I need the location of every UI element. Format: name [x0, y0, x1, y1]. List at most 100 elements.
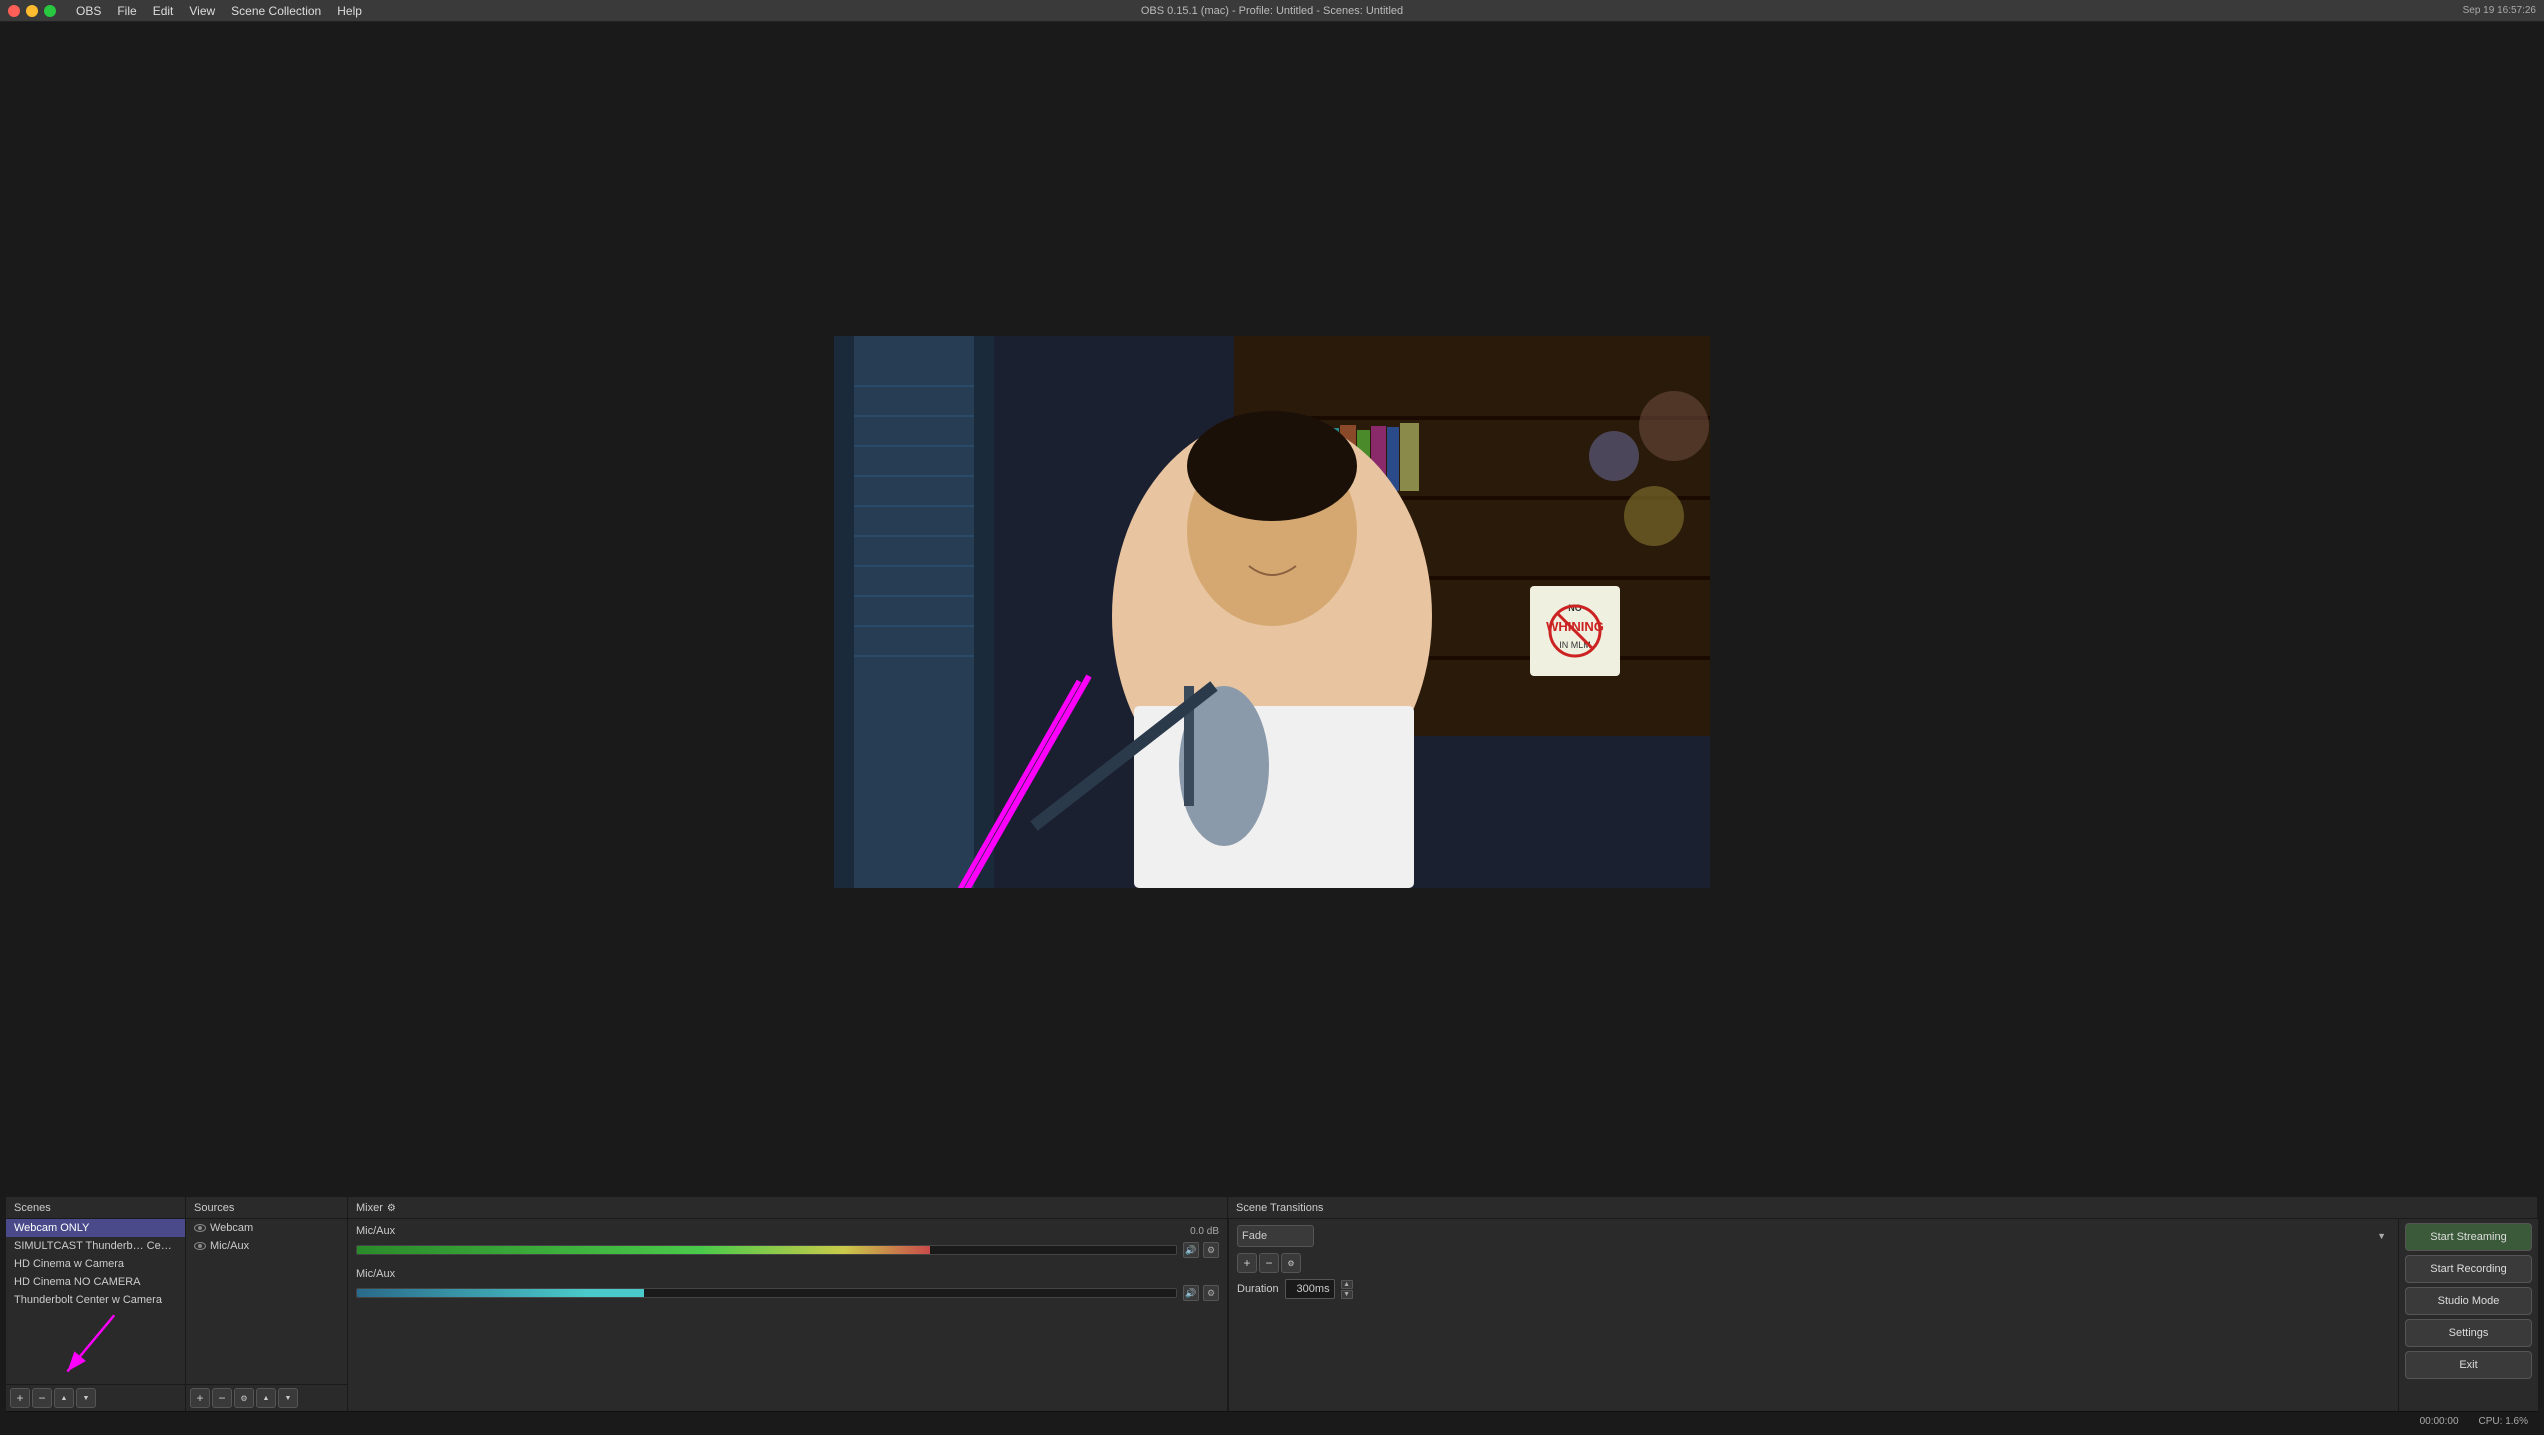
duration-label: Duration — [1237, 1283, 1279, 1295]
exit-button[interactable]: Exit — [2405, 1351, 2532, 1379]
mixer-channel-1: Mic/Aux 0.0 dB 🔊 ⚙ — [348, 1219, 1227, 1262]
menu-view[interactable]: View — [189, 4, 215, 18]
mixer-label: Mixer — [356, 1202, 383, 1214]
transition-settings-button[interactable]: ⚙ — [1281, 1253, 1301, 1273]
right-area: Fade Cut Swipe Slide Fade to Color ▼ + — [1228, 1219, 2538, 1411]
maximize-button[interactable] — [44, 5, 56, 17]
panel-content: Webcam ONLY SIMULTCAST Thunderb… Center … — [6, 1219, 2538, 1411]
menu-scene-collection[interactable]: Scene Collection — [231, 4, 321, 18]
title-bar: OBS File Edit View Scene Collection Help… — [0, 0, 2544, 22]
settings-button[interactable]: Settings — [2405, 1319, 2532, 1347]
source-item-micaux[interactable]: Mic/Aux — [186, 1237, 347, 1255]
mixer-ch2-bar-container — [356, 1288, 1177, 1298]
add-source-button[interactable]: + — [190, 1388, 210, 1408]
transition-select-wrapper: Fade Cut Swipe Slide Fade to Color ▼ — [1237, 1225, 2390, 1247]
mixer-ch1-bar — [357, 1246, 930, 1254]
menu-help[interactable]: Help — [337, 4, 362, 18]
add-transition-icon: + — [1243, 1256, 1250, 1270]
transitions-header: Scene Transitions — [1228, 1197, 2538, 1218]
panel-headers: Scenes Sources Mixer Scene Transitions — [6, 1197, 2538, 1219]
minimize-button[interactable] — [26, 5, 38, 17]
transition-type-row: Fade Cut Swipe Slide Fade to Color ▼ — [1237, 1225, 2390, 1247]
mixer-panel: Mic/Aux 0.0 dB 🔊 ⚙ — [348, 1219, 1228, 1411]
menu-obs[interactable]: OBS — [76, 4, 101, 18]
sources-panel: Webcam Mic/Aux + − ⚙ — [186, 1219, 348, 1411]
mixer-ch2-mute-button[interactable]: 🔊 — [1183, 1285, 1199, 1301]
mixer-ch2-settings-button[interactable]: ⚙ — [1203, 1285, 1219, 1301]
add-transition-button[interactable]: + — [1237, 1253, 1257, 1273]
mixer-ch2-bar — [357, 1289, 644, 1297]
add-scene-button[interactable]: + — [10, 1388, 30, 1408]
remove-transition-button[interactable]: − — [1259, 1253, 1279, 1273]
source-settings-button[interactable]: ⚙ — [234, 1388, 254, 1408]
mixer-header: Mixer — [348, 1197, 1228, 1218]
mixer-ch2-cog-icon: ⚙ — [1207, 1288, 1215, 1299]
scene-item-thunderbolt[interactable]: Thunderbolt Center w Camera — [6, 1291, 185, 1309]
menu-file[interactable]: File — [117, 4, 136, 18]
right-buttons-panel: Start Streaming Start Recording Studio M… — [2398, 1219, 2538, 1411]
speaker-icon: 🔊 — [1185, 1245, 1196, 1256]
down-icon: ▼ — [83, 1395, 90, 1402]
mixer-ch1-mute-button[interactable]: 🔊 — [1183, 1242, 1199, 1258]
remove-scene-button[interactable]: − — [32, 1388, 52, 1408]
up-icon: ▲ — [61, 1395, 68, 1402]
mixer-settings-icon[interactable] — [387, 1202, 396, 1214]
start-recording-button[interactable]: Start Recording — [2405, 1255, 2532, 1283]
remove-transition-icon: − — [1265, 1256, 1272, 1270]
sources-header: Sources — [186, 1197, 348, 1218]
system-time: Sep 19 16:57:26 — [2463, 5, 2536, 16]
move-source-down-button[interactable]: ▼ — [278, 1388, 298, 1408]
mixer-ch2-label: Mic/Aux — [356, 1268, 395, 1280]
scenes-arrow — [6, 1309, 185, 1384]
mixer-ch1-icons: 🔊 ⚙ — [1183, 1242, 1219, 1258]
duration-input[interactable] — [1285, 1279, 1335, 1299]
mixer-ch1-label: Mic/Aux — [356, 1225, 395, 1237]
sources-toolbar: + − ⚙ ▲ ▼ — [186, 1384, 347, 1411]
duration-increment-button[interactable]: ▲ — [1341, 1280, 1353, 1289]
status-cpu: CPU: 1.6% — [2479, 1416, 2528, 1427]
scene-item-simultcast[interactable]: SIMULTCAST Thunderb… Center NO CA — [6, 1237, 185, 1255]
title-bar-right: Sep 19 16:57:26 — [2463, 5, 2536, 16]
move-source-up-button[interactable]: ▲ — [256, 1388, 276, 1408]
menu-edit[interactable]: Edit — [153, 4, 174, 18]
transition-cog-icon: ⚙ — [1287, 1259, 1294, 1268]
source-down-icon: ▼ — [285, 1395, 292, 1402]
scene-item-hd-cinema-nocam[interactable]: HD Cinema NO CAMERA — [6, 1273, 185, 1291]
mixer-channel-2: Mic/Aux 🔊 ⚙ — [348, 1262, 1227, 1305]
source-item-webcam[interactable]: Webcam — [186, 1219, 347, 1237]
scenes-toolbar: + − ▲ ▼ — [6, 1384, 185, 1411]
move-scene-down-button[interactable]: ▼ — [76, 1388, 96, 1408]
duration-decrement-button[interactable]: ▼ — [1341, 1290, 1353, 1299]
source-eye-webcam[interactable] — [194, 1224, 206, 1232]
transition-type-select[interactable]: Fade Cut Swipe Slide Fade to Color — [1237, 1225, 1314, 1247]
mixer-ch1-bar-container — [356, 1245, 1177, 1255]
scene-item-hd-cinema-cam[interactable]: HD Cinema w Camera — [6, 1255, 185, 1273]
window-title: OBS 0.15.1 (mac) - Profile: Untitled - S… — [1141, 5, 1403, 17]
studio-mode-button[interactable]: Studio Mode — [2405, 1287, 2532, 1315]
scenes-panel: Webcam ONLY SIMULTCAST Thunderb… Center … — [6, 1219, 186, 1411]
close-button[interactable] — [8, 5, 20, 17]
start-streaming-button[interactable]: Start Streaming — [2405, 1223, 2532, 1251]
duration-spinner: ▲ ▼ — [1341, 1280, 1353, 1299]
mixer-ch1-row: 🔊 ⚙ — [356, 1242, 1219, 1258]
transitions-panel: Fade Cut Swipe Slide Fade to Color ▼ + — [1229, 1219, 2398, 1411]
scene-item-webcam-only[interactable]: Webcam ONLY — [6, 1219, 185, 1237]
source-webcam-label: Webcam — [210, 1222, 253, 1234]
remove-icon: − — [38, 1391, 45, 1405]
scenes-label: Scenes — [14, 1202, 51, 1214]
preview-video: NO WHINING IN MLM — [834, 336, 1710, 888]
chevron-down-icon: ▼ — [2377, 1231, 2386, 1241]
remove-source-icon: − — [218, 1391, 225, 1405]
source-up-icon: ▲ — [263, 1395, 270, 1402]
status-bar: 00:00:00 CPU: 1.6% — [6, 1411, 2538, 1431]
mixer-ch1-settings-button[interactable]: ⚙ — [1203, 1242, 1219, 1258]
speaker2-icon: 🔊 — [1185, 1288, 1196, 1299]
transitions-label: Scene Transitions — [1236, 1202, 1323, 1214]
source-eye-micaux[interactable] — [194, 1242, 206, 1250]
remove-source-button[interactable]: − — [212, 1388, 232, 1408]
mixer-ch1-db: 0.0 dB — [1190, 1226, 1219, 1237]
sources-label: Sources — [194, 1202, 234, 1214]
move-scene-up-button[interactable]: ▲ — [54, 1388, 74, 1408]
mixer-ch1-cog-icon: ⚙ — [1207, 1245, 1215, 1256]
video-background: NO WHINING IN MLM — [834, 336, 1710, 888]
